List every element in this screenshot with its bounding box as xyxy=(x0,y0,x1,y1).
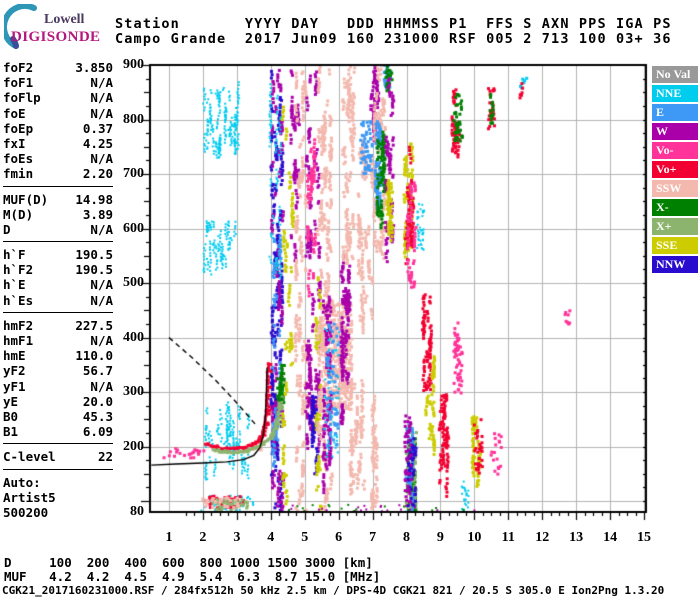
param-value: 45.3 xyxy=(83,409,113,424)
param-label: hmF1 xyxy=(3,333,33,348)
header-block: Station YYYY DAY DDD HHMMSS P1 FFS S AXN… xyxy=(115,17,672,47)
lowell-digisonde-logo: Lowell DIGISONDE xyxy=(4,4,116,52)
ionogram-app: Lowell DIGISONDE Station YYYY DAY DDD HH… xyxy=(0,0,700,600)
param-label: h`F2 xyxy=(3,262,33,277)
legend-item-nne: NNE xyxy=(652,85,698,102)
param-label: B0 xyxy=(3,409,18,424)
param-value: N/A xyxy=(90,90,113,105)
param-label: foF1 xyxy=(3,75,33,90)
param-row-b0: B0 45.3 xyxy=(3,409,113,424)
param-value: 110.0 xyxy=(75,348,113,363)
muf-row: MUF 4.2 4.2 4.5 4.9 5.4 6.3 8.7 15.0 [MH… xyxy=(4,569,380,584)
param-value: 14.98 xyxy=(75,192,113,207)
x-axis-tick-label: 11 xyxy=(491,530,525,546)
param-label: h`F xyxy=(3,247,26,262)
x-axis-tick-label: 12 xyxy=(525,530,559,546)
param-divider xyxy=(3,186,113,187)
header-line-1: Station YYYY DAY DDD HHMMSS P1 FFS S AXN… xyxy=(115,16,672,32)
autoscaling-info: Auto: xyxy=(3,475,113,490)
y-axis-tick-label: 500 xyxy=(94,275,144,291)
x-axis-tick-label: 14 xyxy=(593,530,627,546)
x-axis-tick-label: 6 xyxy=(322,530,356,546)
y-axis-tick-label: 900 xyxy=(94,57,144,73)
param-divider xyxy=(3,241,113,242)
logo-digisonde-text: DIGISONDE xyxy=(11,29,100,46)
param-label: hmE xyxy=(3,348,26,363)
distance-row: D 100 200 400 600 800 1000 1500 3000 [km… xyxy=(4,555,373,570)
param-row-mufd: MUF(D) 14.98 xyxy=(3,192,113,207)
autoscaling-info: Artist5 xyxy=(3,490,113,505)
ionogram-canvas xyxy=(138,53,658,525)
x-axis-tick-label: 15 xyxy=(627,530,661,546)
param-row-b1: B1 6.09 xyxy=(3,424,113,439)
status-line: CGK21_2017160231000.RSF / 284fx512h 50 k… xyxy=(2,584,664,597)
legend-item-x-: X- xyxy=(652,199,698,216)
param-label: yE xyxy=(3,394,18,409)
x-axis-tick-label: 10 xyxy=(457,530,491,546)
y-axis-tick-label: 700 xyxy=(94,166,144,182)
param-row-hf: h`F 190.5 xyxy=(3,247,113,262)
y-axis-tick-label: 800 xyxy=(94,112,144,128)
y-axis-tick-label: 200 xyxy=(94,439,144,455)
echo-direction-legend: No Val NNE EW Vo- Vo+ SSW X- X+ SSE NNW xyxy=(652,66,698,275)
param-label: foEs xyxy=(3,151,33,166)
legend-item-e: E xyxy=(652,104,698,121)
legend-item-sse: SSE xyxy=(652,237,698,254)
x-axis-tick-label: 8 xyxy=(390,530,424,546)
param-row-hes: h`Es N/A xyxy=(3,293,113,308)
param-row-foes: foEs N/A xyxy=(3,151,113,166)
param-label: foE xyxy=(3,106,26,121)
param-value: N/A xyxy=(90,151,113,166)
y-axis-tick-label: 300 xyxy=(94,384,144,400)
param-label: foEp xyxy=(3,121,33,136)
param-label: h`E xyxy=(3,277,26,292)
param-row-foflp: foFlp N/A xyxy=(3,90,113,105)
param-value: N/A xyxy=(90,293,113,308)
x-axis-tick-label: 4 xyxy=(254,530,288,546)
legend-item-noval: No Val xyxy=(652,66,698,83)
param-row-fxi: fxI 4.25 xyxy=(3,136,113,151)
param-label: fxI xyxy=(3,136,26,151)
logo-lowell-text: Lowell xyxy=(44,12,84,28)
legend-item-ssw: SSW xyxy=(652,180,698,197)
param-label: fmin xyxy=(3,166,33,181)
param-value: 190.5 xyxy=(75,247,113,262)
x-axis-tick-label: 1 xyxy=(152,530,186,546)
param-row-yf2: yF2 56.7 xyxy=(3,363,113,378)
legend-item-vo-: Vo- xyxy=(652,142,698,159)
legend-item-x+: X+ xyxy=(652,218,698,235)
param-label: foFlp xyxy=(3,90,41,105)
y-axis-tick-label: 80 xyxy=(94,504,144,520)
param-label: C-level xyxy=(3,449,56,464)
y-axis-tick-label: 400 xyxy=(94,330,144,346)
param-label: B1 xyxy=(3,424,18,439)
param-row-hme: hmE 110.0 xyxy=(3,348,113,363)
param-label: D xyxy=(3,222,11,237)
param-label: M(D) xyxy=(3,207,33,222)
x-axis-tick-label: 3 xyxy=(220,530,254,546)
param-label: h`Es xyxy=(3,293,33,308)
x-axis-tick-label: 9 xyxy=(423,530,457,546)
param-value: 6.09 xyxy=(83,424,113,439)
param-value: N/A xyxy=(90,75,113,90)
x-axis-tick-label: 13 xyxy=(559,530,593,546)
param-label: yF2 xyxy=(3,363,26,378)
legend-item-vo+: Vo+ xyxy=(652,161,698,178)
param-label: yF1 xyxy=(3,379,26,394)
param-label: hmF2 xyxy=(3,318,33,333)
x-axis-tick-label: 5 xyxy=(288,530,322,546)
param-value: 4.25 xyxy=(83,136,113,151)
param-divider xyxy=(3,312,113,313)
param-label: foF2 xyxy=(3,60,33,75)
legend-item-nnw: NNW xyxy=(652,256,698,273)
param-divider xyxy=(3,469,113,470)
param-value: 56.7 xyxy=(83,363,113,378)
x-axis-tick-label: 7 xyxy=(356,530,390,546)
header-line-2: Campo Grande 2017 Jun09 160 231000 RSF 0… xyxy=(115,31,672,47)
x-axis-tick-label: 2 xyxy=(186,530,220,546)
y-axis-tick-label: 600 xyxy=(94,221,144,237)
param-label: MUF(D) xyxy=(3,192,48,207)
param-row-fof1: foF1 N/A xyxy=(3,75,113,90)
legend-item-w: W xyxy=(652,123,698,140)
